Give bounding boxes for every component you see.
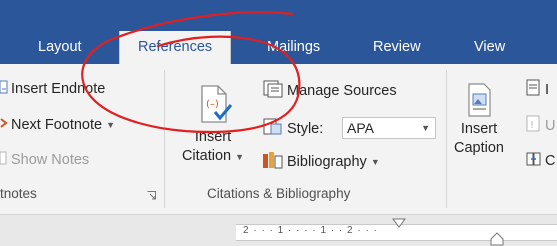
insert-caption-icon bbox=[468, 83, 491, 117]
table-of-figures-icon bbox=[526, 79, 542, 101]
table-of-figures-label: I bbox=[545, 82, 550, 98]
show-notes-button[interactable]: Show Notes bbox=[0, 150, 89, 170]
cross-reference-label: C bbox=[545, 153, 556, 169]
style-icon bbox=[262, 117, 284, 141]
footnotes-group-label: tnotes bbox=[0, 186, 37, 201]
manage-sources-button[interactable]: Manage Sources bbox=[262, 79, 397, 103]
ruler-marks: 2 · · · 1 · · · · 1 · · 2 · · · bbox=[243, 225, 378, 236]
style-dropdown[interactable]: APA ▼ bbox=[342, 117, 436, 139]
update-table-label: U bbox=[545, 118, 556, 134]
bibliography-icon bbox=[262, 150, 284, 174]
insert-citation-button[interactable]: (–) Insert Citation ▼ bbox=[172, 78, 254, 167]
group-divider bbox=[164, 70, 165, 208]
insert-citation-label-1: Insert bbox=[194, 129, 232, 145]
insert-caption-label-2: Caption bbox=[454, 140, 504, 156]
show-notes-label: Show Notes bbox=[11, 152, 90, 168]
cross-reference-button[interactable]: C bbox=[526, 150, 555, 172]
insert-endnote-button[interactable]: Insert Endnote bbox=[0, 79, 105, 99]
svg-text:(–): (–) bbox=[206, 99, 219, 110]
next-footnote-label: Next Footnote bbox=[11, 117, 103, 133]
tab-layout[interactable]: Layout bbox=[38, 31, 82, 64]
style-value: APA bbox=[347, 120, 374, 136]
dialog-launcher-icon[interactable] bbox=[147, 191, 156, 200]
endnote-icon bbox=[0, 79, 8, 99]
insert-caption-label-1: Insert bbox=[460, 121, 498, 137]
update-table-button[interactable]: ! U bbox=[526, 115, 555, 137]
update-table-icon: ! bbox=[526, 115, 542, 137]
ruler: 2 · · · 1 · · · · 1 · · 2 · · · bbox=[0, 215, 557, 246]
citations-group-label: Citations & Bibliography bbox=[207, 186, 351, 201]
tab-mailings[interactable]: Mailings bbox=[267, 31, 320, 64]
insert-table-of-figures-button[interactable]: I bbox=[526, 79, 549, 101]
bibliography-label: Bibliography bbox=[287, 154, 367, 170]
style-label: Style: bbox=[287, 121, 324, 137]
tab-references[interactable]: References bbox=[119, 31, 232, 64]
title-bar bbox=[0, 0, 557, 31]
chevron-down-icon: ▼ bbox=[235, 152, 245, 162]
chevron-down-icon[interactable]: ▼ bbox=[421, 118, 430, 138]
insert-caption-button[interactable]: Insert Caption bbox=[449, 80, 509, 158]
tab-view[interactable]: View bbox=[474, 31, 505, 64]
chevron-down-icon[interactable]: ▼ bbox=[371, 157, 380, 167]
style-control: Style: bbox=[262, 117, 323, 141]
insert-citation-label-2: Citation ▼ bbox=[181, 148, 245, 164]
first-line-indent-marker-icon[interactable] bbox=[392, 218, 406, 230]
svg-text:!: ! bbox=[530, 120, 534, 131]
chevron-down-icon[interactable]: ▼ bbox=[106, 120, 115, 130]
group-divider bbox=[446, 70, 447, 208]
show-notes-icon bbox=[0, 150, 8, 170]
bibliography-button[interactable]: Bibliography ▼ bbox=[262, 150, 380, 174]
insert-citation-icon: (–) bbox=[201, 85, 233, 123]
next-footnote-button[interactable]: Next Footnote ▼ bbox=[0, 115, 115, 135]
hanging-indent-marker-icon[interactable] bbox=[490, 232, 504, 246]
cross-reference-icon bbox=[526, 150, 542, 172]
ribbon-tab-bar: Layout References Mailings Review View bbox=[0, 31, 557, 64]
tab-review[interactable]: Review bbox=[373, 31, 421, 64]
manage-sources-icon bbox=[262, 79, 284, 103]
manage-sources-label: Manage Sources bbox=[287, 83, 397, 99]
next-footnote-icon bbox=[0, 115, 8, 135]
insert-endnote-label: Insert Endnote bbox=[11, 81, 106, 97]
